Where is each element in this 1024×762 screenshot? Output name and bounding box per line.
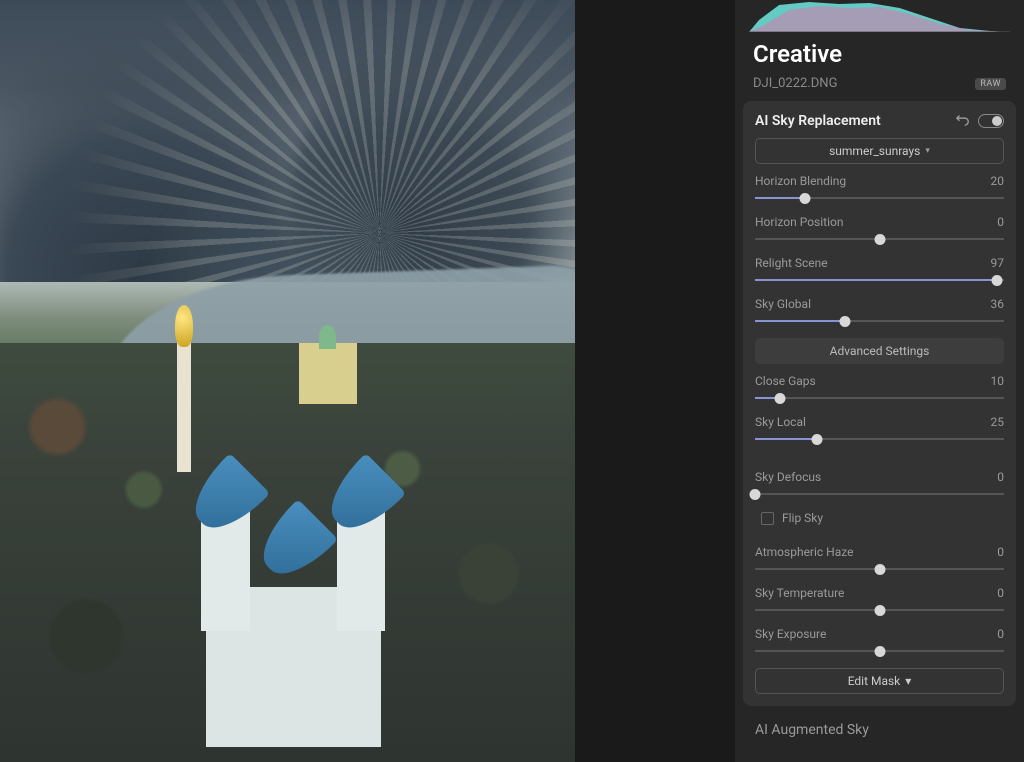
image-preview[interactable] xyxy=(0,0,575,762)
histogram[interactable] xyxy=(749,0,1010,32)
canvas-area xyxy=(0,0,735,762)
sidebar: Creative DJI_0222.DNG RAW AI Sky Replace… xyxy=(735,0,1024,762)
edit-mask-button[interactable]: Edit Mask ▾ xyxy=(755,668,1004,694)
app-root: Creative DJI_0222.DNG RAW AI Sky Replace… xyxy=(0,0,1024,762)
slider-relight-scene[interactable]: Relight Scene97 xyxy=(755,256,1004,287)
slider-atmospheric-haze[interactable]: Atmospheric Haze0 xyxy=(755,545,1004,576)
slider-sky-local[interactable]: Sky Local25 xyxy=(755,415,1004,446)
slider-horizon-blending[interactable]: Horizon Blending20 xyxy=(755,174,1004,205)
slider-close-gaps[interactable]: Close Gaps10 xyxy=(755,374,1004,405)
flip-sky-checkbox[interactable]: Flip Sky xyxy=(761,511,1004,525)
section-title: Creative xyxy=(735,36,1024,76)
slider-sky-defocus[interactable]: Sky Defocus0 xyxy=(755,470,1004,501)
slider-sky-global[interactable]: Sky Global36 xyxy=(755,297,1004,328)
checkbox-icon xyxy=(761,512,774,525)
undo-icon[interactable] xyxy=(956,111,970,130)
sky-preset-select[interactable]: summer_sunrays ▾ xyxy=(755,138,1004,164)
sky-replacement-panel: AI Sky Replacement summer_sunrays ▾ Hori… xyxy=(743,101,1016,706)
augmented-sky-panel-header[interactable]: AI Augmented Sky xyxy=(735,716,1024,738)
filename: DJI_0222.DNG xyxy=(753,76,837,91)
file-row: DJI_0222.DNG RAW xyxy=(735,76,1024,101)
panel-toggle[interactable] xyxy=(978,114,1004,128)
preset-label: summer_sunrays xyxy=(829,144,920,158)
chevron-down-icon: ▾ xyxy=(925,146,930,156)
raw-badge: RAW xyxy=(975,78,1006,90)
panel-title: AI Sky Replacement xyxy=(755,113,881,129)
slider-sky-temperature[interactable]: Sky Temperature0 xyxy=(755,586,1004,617)
slider-horizon-position[interactable]: Horizon Position0 xyxy=(755,215,1004,246)
advanced-settings-button[interactable]: Advanced Settings xyxy=(755,338,1004,364)
chevron-down-icon: ▾ xyxy=(905,674,911,688)
slider-sky-exposure[interactable]: Sky Exposure0 xyxy=(755,627,1004,658)
